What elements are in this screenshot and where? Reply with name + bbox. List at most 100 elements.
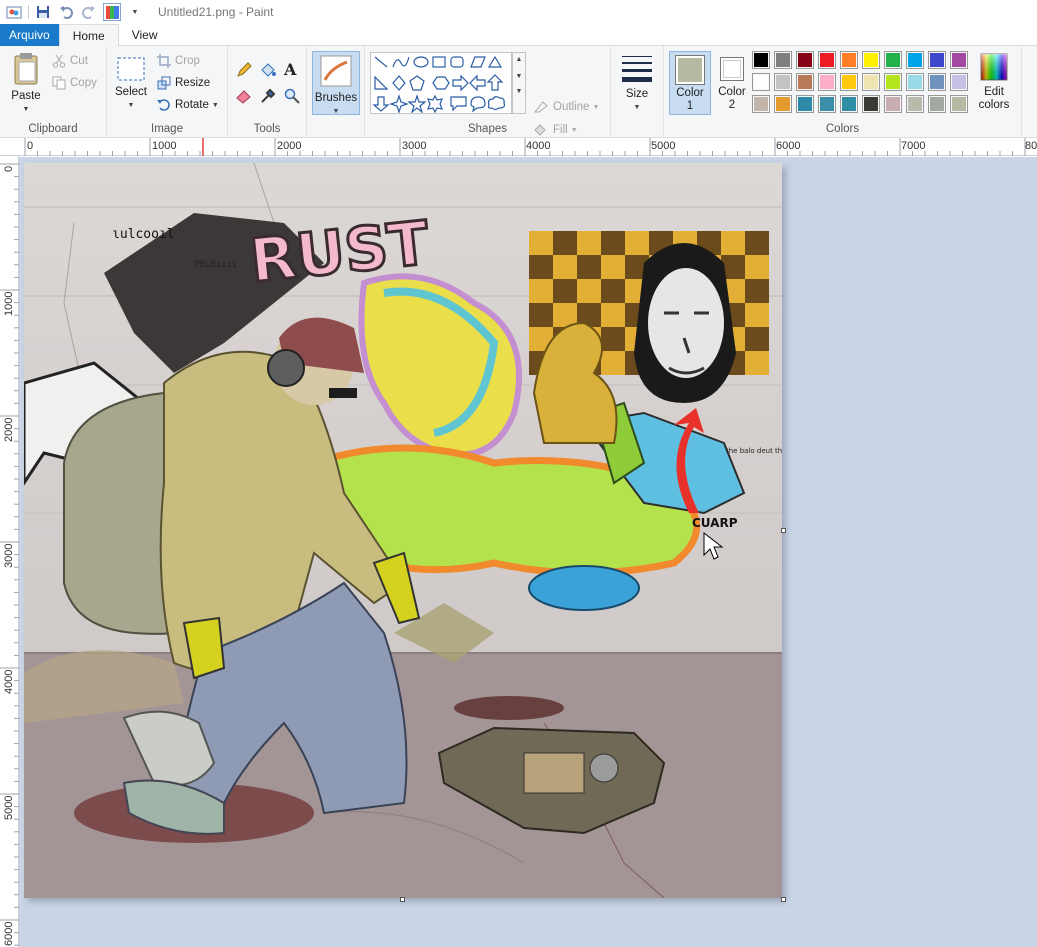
palette-swatch[interactable] — [928, 73, 946, 91]
copy-button[interactable]: Copy — [52, 74, 97, 92]
size-button[interactable]: Size ▼ — [617, 54, 657, 114]
edit-colors-label-1: Edit — [984, 86, 1004, 98]
blue-sub-graffiti — [528, 565, 640, 611]
palette-swatch[interactable] — [796, 95, 814, 113]
palette-swatch[interactable] — [862, 73, 880, 91]
rotate-button[interactable]: Rotate ▼ — [157, 96, 219, 114]
h-ruler-label: 5000 — [651, 140, 676, 152]
rotate-icon — [157, 99, 170, 111]
undo-button[interactable] — [57, 3, 75, 21]
color-picker-tool[interactable] — [260, 88, 276, 107]
h-ruler-label: 7000 — [901, 140, 926, 152]
shapes-scroll-up[interactable]: ▲ — [513, 56, 525, 63]
customize-quick-access-dropdown[interactable]: ▼ — [126, 3, 144, 21]
paste-dropdown-caret[interactable]: ▼ — [6, 103, 46, 116]
line-shape-icon — [374, 56, 388, 68]
title-bar: ▼ Untitled21.png - Paint — [0, 0, 1037, 24]
select-button[interactable]: Select ▼ — [113, 56, 149, 112]
fill-dropdown-caret[interactable]: ▼ — [571, 127, 578, 134]
shapes-scroll-down[interactable]: ▼ — [513, 73, 525, 80]
palette-swatch[interactable] — [884, 51, 902, 69]
palette-swatch[interactable] — [862, 51, 880, 69]
palette-swatch[interactable] — [774, 95, 792, 113]
outline-button[interactable]: Outline ▼ — [533, 98, 599, 116]
magnifier-tool[interactable] — [284, 88, 300, 107]
palette-swatch-color — [952, 97, 966, 111]
four-point-star-shape-icon — [389, 94, 409, 114]
select-dropdown-caret[interactable]: ▼ — [113, 99, 149, 112]
edit-colors-button[interactable]: Edit colors — [974, 52, 1014, 112]
pentagon-shape-icon — [409, 75, 425, 91]
palette-swatch[interactable] — [950, 95, 968, 113]
palette-swatch[interactable] — [906, 51, 924, 69]
palette-swatch[interactable] — [950, 73, 968, 91]
tab-home[interactable]: Home — [58, 24, 119, 47]
palette-swatch[interactable] — [884, 73, 902, 91]
tab-file[interactable]: Arquivo — [0, 24, 59, 46]
palette-swatch[interactable] — [928, 51, 946, 69]
palette-swatch[interactable] — [840, 51, 858, 69]
text-tool[interactable]: A — [284, 60, 296, 79]
tag-cuarp: CUARP — [692, 516, 738, 530]
polygon-shape-icon — [470, 56, 486, 68]
palette-swatch[interactable] — [906, 95, 924, 113]
save-button[interactable] — [34, 3, 52, 21]
fill-tool[interactable] — [260, 62, 276, 81]
shapes-scrollbar[interactable]: ▲ ▼ ▼ — [512, 52, 526, 114]
quick-access-palette-button[interactable] — [103, 3, 121, 21]
color1-button[interactable]: Color 1 — [669, 51, 711, 115]
tab-view[interactable]: View — [119, 24, 171, 46]
resize-handle-corner[interactable] — [781, 897, 786, 902]
right-triangle-shape-icon — [374, 75, 389, 90]
palette-swatch[interactable] — [796, 51, 814, 69]
shapes-gallery-icons — [372, 55, 506, 114]
color2-swatch-frame — [720, 57, 744, 81]
horizontal-ruler: 0 1000 2000 3000 4000 5000 6000 7000 80 — [0, 138, 1037, 156]
palette-swatch[interactable] — [840, 73, 858, 91]
size-dropdown-caret[interactable]: ▼ — [617, 101, 657, 114]
fill-button[interactable]: Fill ▼ — [533, 121, 578, 139]
rotate-dropdown-caret[interactable]: ▼ — [212, 102, 219, 109]
palette-swatch[interactable] — [818, 73, 836, 91]
shapes-gallery[interactable] — [370, 52, 512, 114]
palette-swatch[interactable] — [818, 51, 836, 69]
image-group: Select ▼ Crop Resize Rotate ▼ Image — [107, 46, 228, 138]
outline-dropdown-caret[interactable]: ▼ — [592, 104, 599, 111]
palette-swatch[interactable] — [906, 73, 924, 91]
palette-swatch[interactable] — [774, 51, 792, 69]
palette-swatch[interactable] — [796, 73, 814, 91]
color2-button[interactable]: Color 2 — [714, 51, 750, 112]
palette-swatch-color — [952, 75, 966, 89]
palette-swatch[interactable] — [928, 95, 946, 113]
eraser-tool[interactable] — [236, 88, 252, 107]
palette-swatch[interactable] — [774, 73, 792, 91]
color2-swatch — [723, 60, 741, 78]
palette-swatch[interactable] — [840, 95, 858, 113]
brushes-button[interactable]: Brushes ▼ — [312, 51, 360, 115]
palette-swatch[interactable] — [862, 95, 880, 113]
palette-swatch[interactable] — [752, 73, 770, 91]
resize-handle-right[interactable] — [781, 528, 786, 533]
resize-button[interactable]: Resize — [157, 74, 210, 92]
palette-swatch[interactable] — [884, 95, 902, 113]
tools-group-label: Tools — [253, 123, 281, 135]
shapes-expand[interactable]: ▼ — [513, 88, 525, 95]
palette-swatch-color — [886, 75, 900, 89]
redo-button[interactable] — [80, 3, 98, 21]
paste-button[interactable]: Paste ▼ — [6, 52, 46, 116]
palette-swatch-color — [776, 97, 790, 111]
palette-swatch[interactable] — [752, 95, 770, 113]
cut-button[interactable]: Cut — [52, 52, 88, 70]
image-canvas[interactable]: RUST ɩulcooıl ƱBL8ıııı CUARP the balo de… — [24, 163, 782, 898]
headphones — [267, 349, 305, 387]
brushes-dropdown-caret[interactable]: ▼ — [313, 105, 359, 118]
crop-button[interactable]: Crop — [157, 52, 200, 70]
drone-shadow — [454, 696, 564, 720]
palette-swatch[interactable] — [950, 51, 968, 69]
resize-handle-bottom[interactable] — [400, 897, 405, 902]
pencil-tool[interactable] — [236, 62, 252, 81]
palette-swatch[interactable] — [752, 51, 770, 69]
rotate-label: Rotate — [175, 99, 209, 111]
palette-swatch[interactable] — [818, 95, 836, 113]
palette-swatch-color — [798, 53, 812, 67]
